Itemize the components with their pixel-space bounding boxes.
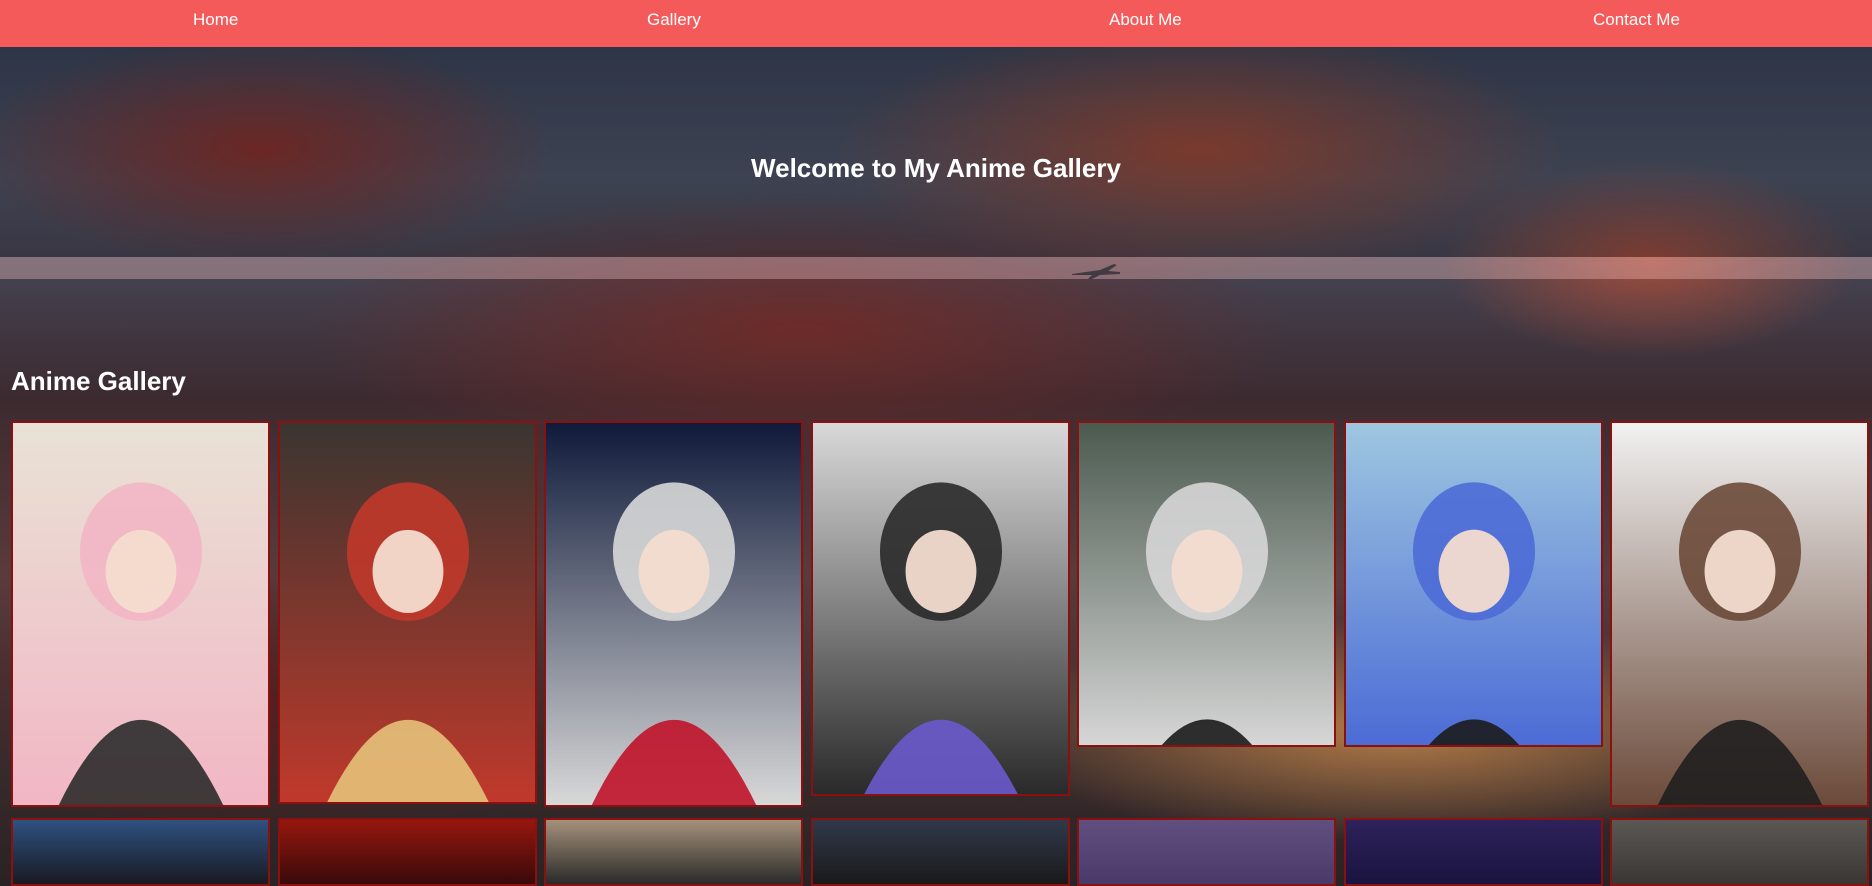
gallery-image-grey-sky-birds[interactable] [1610, 818, 1869, 886]
gallery-image-pink-hair-girl-in-church[interactable] [11, 421, 270, 807]
thumbnail-graphic [1612, 820, 1867, 884]
gallery-image-purple-dusk-landscape[interactable] [1077, 818, 1336, 886]
thumbnail-graphic [1079, 423, 1334, 745]
thumbnail-graphic [1346, 423, 1601, 745]
gallery-image-red-hair-demons-in-cell[interactable] [278, 421, 537, 804]
nav-home-link[interactable]: Home [193, 10, 238, 30]
thumbnail-graphic [1612, 423, 1867, 805]
thumbnail-graphic [546, 423, 801, 805]
gallery-image-violet-forest-night[interactable] [1344, 818, 1603, 886]
gallery-title: Anime Gallery [11, 366, 186, 396]
nav-gallery-link[interactable]: Gallery [647, 10, 701, 30]
top-navbar: Home Gallery About Me Contact Me [0, 0, 1872, 47]
gallery-image-red-hair-girl-full-moon[interactable] [544, 421, 803, 807]
thumbnail-graphic [1079, 820, 1334, 884]
gallery-image-skull-figure-dark[interactable] [811, 818, 1070, 886]
thumbnail-graphic [813, 423, 1068, 794]
thumbnail-graphic [1346, 820, 1601, 884]
airplane-icon [1072, 264, 1120, 279]
gallery-image-dark-hair-girl-blue-sky[interactable] [11, 818, 270, 886]
thumbnail-graphic [813, 820, 1068, 884]
hero-divider-strip [0, 257, 1872, 279]
nav-about-link[interactable]: About Me [1109, 10, 1182, 30]
thumbnail-graphic [546, 820, 801, 884]
thumbnail-graphic [13, 820, 268, 884]
gallery-image-robot-police-signpost[interactable] [811, 421, 1070, 796]
hero-title: Welcome to My Anime Gallery [751, 153, 1121, 184]
hero-banner [0, 47, 1872, 257]
gallery-image-man-with-sunglasses[interactable] [544, 818, 803, 886]
nav-contact-link[interactable]: Contact Me [1593, 10, 1680, 30]
thumbnail-graphic [280, 820, 535, 884]
gallery-image-brown-hair-girl-black-jacket[interactable] [1610, 421, 1869, 807]
gallery-image-blue-hair-striped-prisoner[interactable] [1344, 421, 1603, 747]
gallery-image-masked-ninja-silver-hair[interactable] [1077, 421, 1336, 747]
gallery-image-red-sky-scene[interactable] [278, 818, 537, 886]
thumbnail-graphic [280, 423, 535, 802]
thumbnail-graphic [13, 423, 268, 805]
